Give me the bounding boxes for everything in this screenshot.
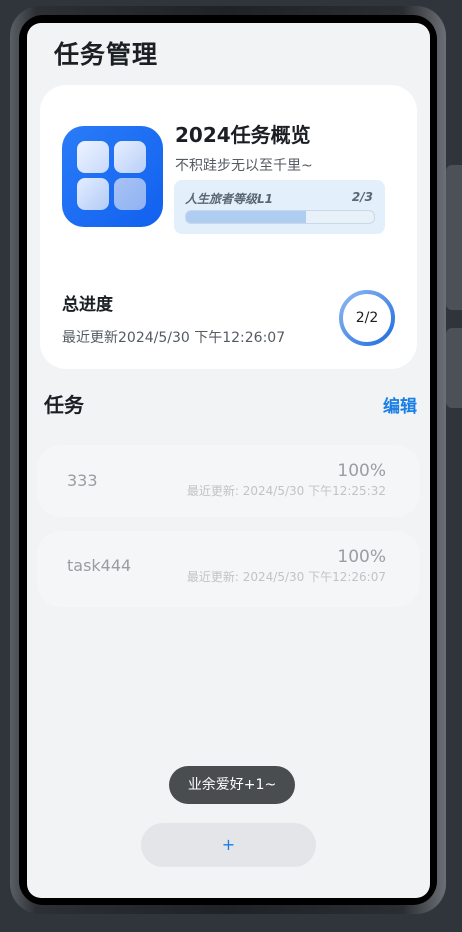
task-name: task444 xyxy=(67,556,132,575)
progress-ring-text: 2/2 xyxy=(355,310,379,326)
total-updated-text: 最近更新2024/5/30 下午12:26:07 xyxy=(62,330,286,346)
overview-card: 2024任务概览 不积跬步无以至千里~ 人生旅者等级L1 2/3 总进度 最近更… xyxy=(40,85,417,369)
level-count: 2/3 xyxy=(351,190,373,204)
level-label: 人生旅者等级L1 xyxy=(185,192,273,206)
task-item[interactable]: 333 100% 最近更新: 2024/5/30 下午12:25:32 xyxy=(37,445,420,517)
screen: 任务管理 2024任务概览 不积跬步无以至千里~ 人生旅者等级L1 2/3 总进… xyxy=(27,23,430,898)
overview-title: 2024任务概览 xyxy=(175,123,311,147)
task-updated: 最近更新: 2024/5/30 下午12:26:07 xyxy=(186,570,386,584)
total-progress-label: 总进度 xyxy=(62,295,113,315)
task-name: 333 xyxy=(67,471,98,490)
overview-subtitle: 不积跬步无以至千里~ xyxy=(175,158,313,174)
page-title: 任务管理 xyxy=(54,40,159,69)
task-item[interactable]: task444 100% 最近更新: 2024/5/30 下午12:26:07 xyxy=(37,531,420,607)
level-progress-bar xyxy=(185,210,375,224)
grid-app-icon xyxy=(62,126,163,227)
task-percent: 100% xyxy=(337,547,386,567)
power-button xyxy=(446,328,462,408)
level-box: 人生旅者等级L1 2/3 xyxy=(174,180,385,234)
grid-tile xyxy=(77,178,109,210)
task-updated: 最近更新: 2024/5/30 下午12:25:32 xyxy=(186,484,386,498)
level-progress-fill xyxy=(186,211,307,223)
grid-tile xyxy=(114,178,146,210)
grid-tile xyxy=(114,141,146,173)
task-percent: 100% xyxy=(337,461,386,481)
volume-button xyxy=(446,165,462,310)
edit-button[interactable]: 编辑 xyxy=(383,392,417,417)
grid-tile xyxy=(77,141,109,173)
tasks-section-title: 任务 xyxy=(44,393,84,417)
toast-message: 业余爱好+1~ xyxy=(169,766,295,804)
add-task-button[interactable]: + xyxy=(141,823,316,867)
progress-ring: 2/2 xyxy=(337,288,397,348)
